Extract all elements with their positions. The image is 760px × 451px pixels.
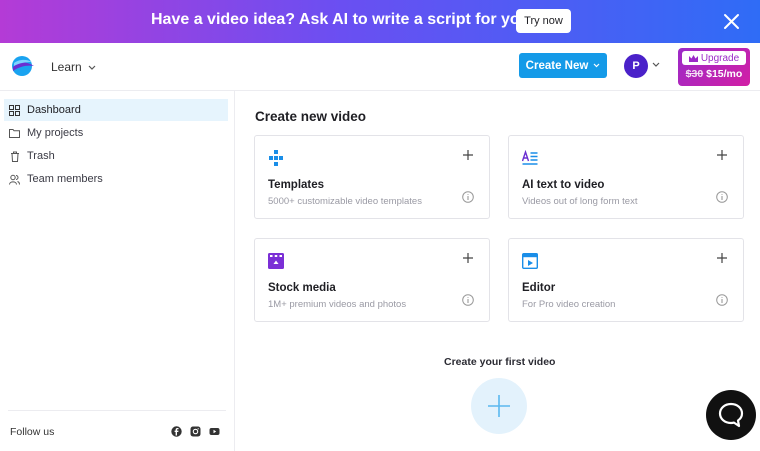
crown-icon xyxy=(688,54,698,62)
plus-icon[interactable] xyxy=(716,252,728,264)
templates-icon xyxy=(269,150,283,166)
sidebar-item-label: Team members xyxy=(27,173,103,185)
chevron-down-icon xyxy=(593,63,600,68)
upgrade-button[interactable]: Upgrade $30 $15/mo xyxy=(678,48,750,86)
plus-icon xyxy=(488,395,510,417)
ai-text-to-video-card[interactable]: AI text to video Videos out of long form… xyxy=(508,135,744,219)
instagram-icon[interactable] xyxy=(190,426,201,437)
card-subtitle: For Pro video creation xyxy=(522,299,616,310)
upgrade-price: $30 $15/mo xyxy=(682,68,746,80)
chevron-down-icon[interactable] xyxy=(652,62,660,67)
close-icon[interactable] xyxy=(723,13,740,30)
youtube-icon[interactable] xyxy=(209,426,220,437)
top-header: Learn Create New P Upgrade $30 $15/mo xyxy=(0,43,760,91)
team-icon xyxy=(9,174,20,185)
avatar[interactable]: P xyxy=(624,54,648,78)
sidebar-item-label: My projects xyxy=(27,127,84,139)
stock-media-icon xyxy=(268,253,284,269)
plus-icon[interactable] xyxy=(462,252,474,264)
facebook-icon[interactable] xyxy=(171,426,182,437)
old-price: $30 xyxy=(685,68,704,80)
sidebar-item-label: Dashboard xyxy=(27,104,81,116)
stock-media-card[interactable]: Stock media 1M+ premium videos and photo… xyxy=(254,238,490,322)
card-subtitle: 5000+ customizable video templates xyxy=(268,196,422,207)
create-first-video-button[interactable] xyxy=(471,378,527,434)
sidebar-item-label: Trash xyxy=(27,150,55,162)
plus-icon[interactable] xyxy=(462,149,474,161)
plus-icon[interactable] xyxy=(716,149,728,161)
learn-label: Learn xyxy=(51,60,82,74)
follow-us-label: Follow us xyxy=(10,426,55,438)
new-price: $15/mo xyxy=(706,68,743,80)
chat-bubble-icon xyxy=(718,402,744,428)
create-new-button[interactable]: Create New xyxy=(519,53,607,78)
chat-support-button[interactable] xyxy=(706,390,756,440)
editor-icon xyxy=(522,253,538,269)
info-icon[interactable] xyxy=(462,294,474,306)
card-title: Templates xyxy=(268,179,325,191)
upgrade-label: Upgrade xyxy=(700,52,740,64)
info-icon[interactable] xyxy=(716,191,728,203)
sidebar-item-team-members[interactable]: Team members xyxy=(4,168,228,190)
logo-icon[interactable] xyxy=(10,54,36,78)
templates-card[interactable]: Templates 5000+ customizable video templ… xyxy=(254,135,490,219)
info-icon[interactable] xyxy=(462,191,474,203)
promo-banner: Have a video idea? Ask AI to write a scr… xyxy=(0,0,760,43)
create-first-video-label: Create your first video xyxy=(444,356,556,368)
folder-icon xyxy=(9,128,20,139)
chevron-down-icon xyxy=(88,65,96,70)
create-new-label: Create New xyxy=(525,59,589,72)
divider xyxy=(8,410,226,411)
grid-icon xyxy=(9,104,20,116)
card-subtitle: Videos out of long form text xyxy=(522,196,638,207)
banner-text: Have a video idea? Ask AI to write a scr… xyxy=(151,11,534,28)
ai-text-icon xyxy=(522,150,538,165)
card-title: Editor xyxy=(522,282,556,294)
info-icon[interactable] xyxy=(716,294,728,306)
try-now-button[interactable]: Try now xyxy=(516,9,571,33)
editor-card[interactable]: Editor For Pro video creation xyxy=(508,238,744,322)
sidebar-item-my-projects[interactable]: My projects xyxy=(4,122,228,144)
sidebar: Dashboard My projects Trash Team members… xyxy=(0,91,235,451)
upgrade-pill: Upgrade xyxy=(682,51,746,65)
sidebar-item-dashboard[interactable]: Dashboard xyxy=(4,99,228,121)
page-title: Create new video xyxy=(255,109,367,124)
card-title: AI text to video xyxy=(522,179,605,191)
trash-icon xyxy=(9,151,20,162)
sidebar-item-trash[interactable]: Trash xyxy=(4,145,228,167)
card-title: Stock media xyxy=(268,282,336,294)
learn-menu[interactable]: Learn xyxy=(51,60,96,74)
card-subtitle: 1M+ premium videos and photos xyxy=(268,299,407,310)
